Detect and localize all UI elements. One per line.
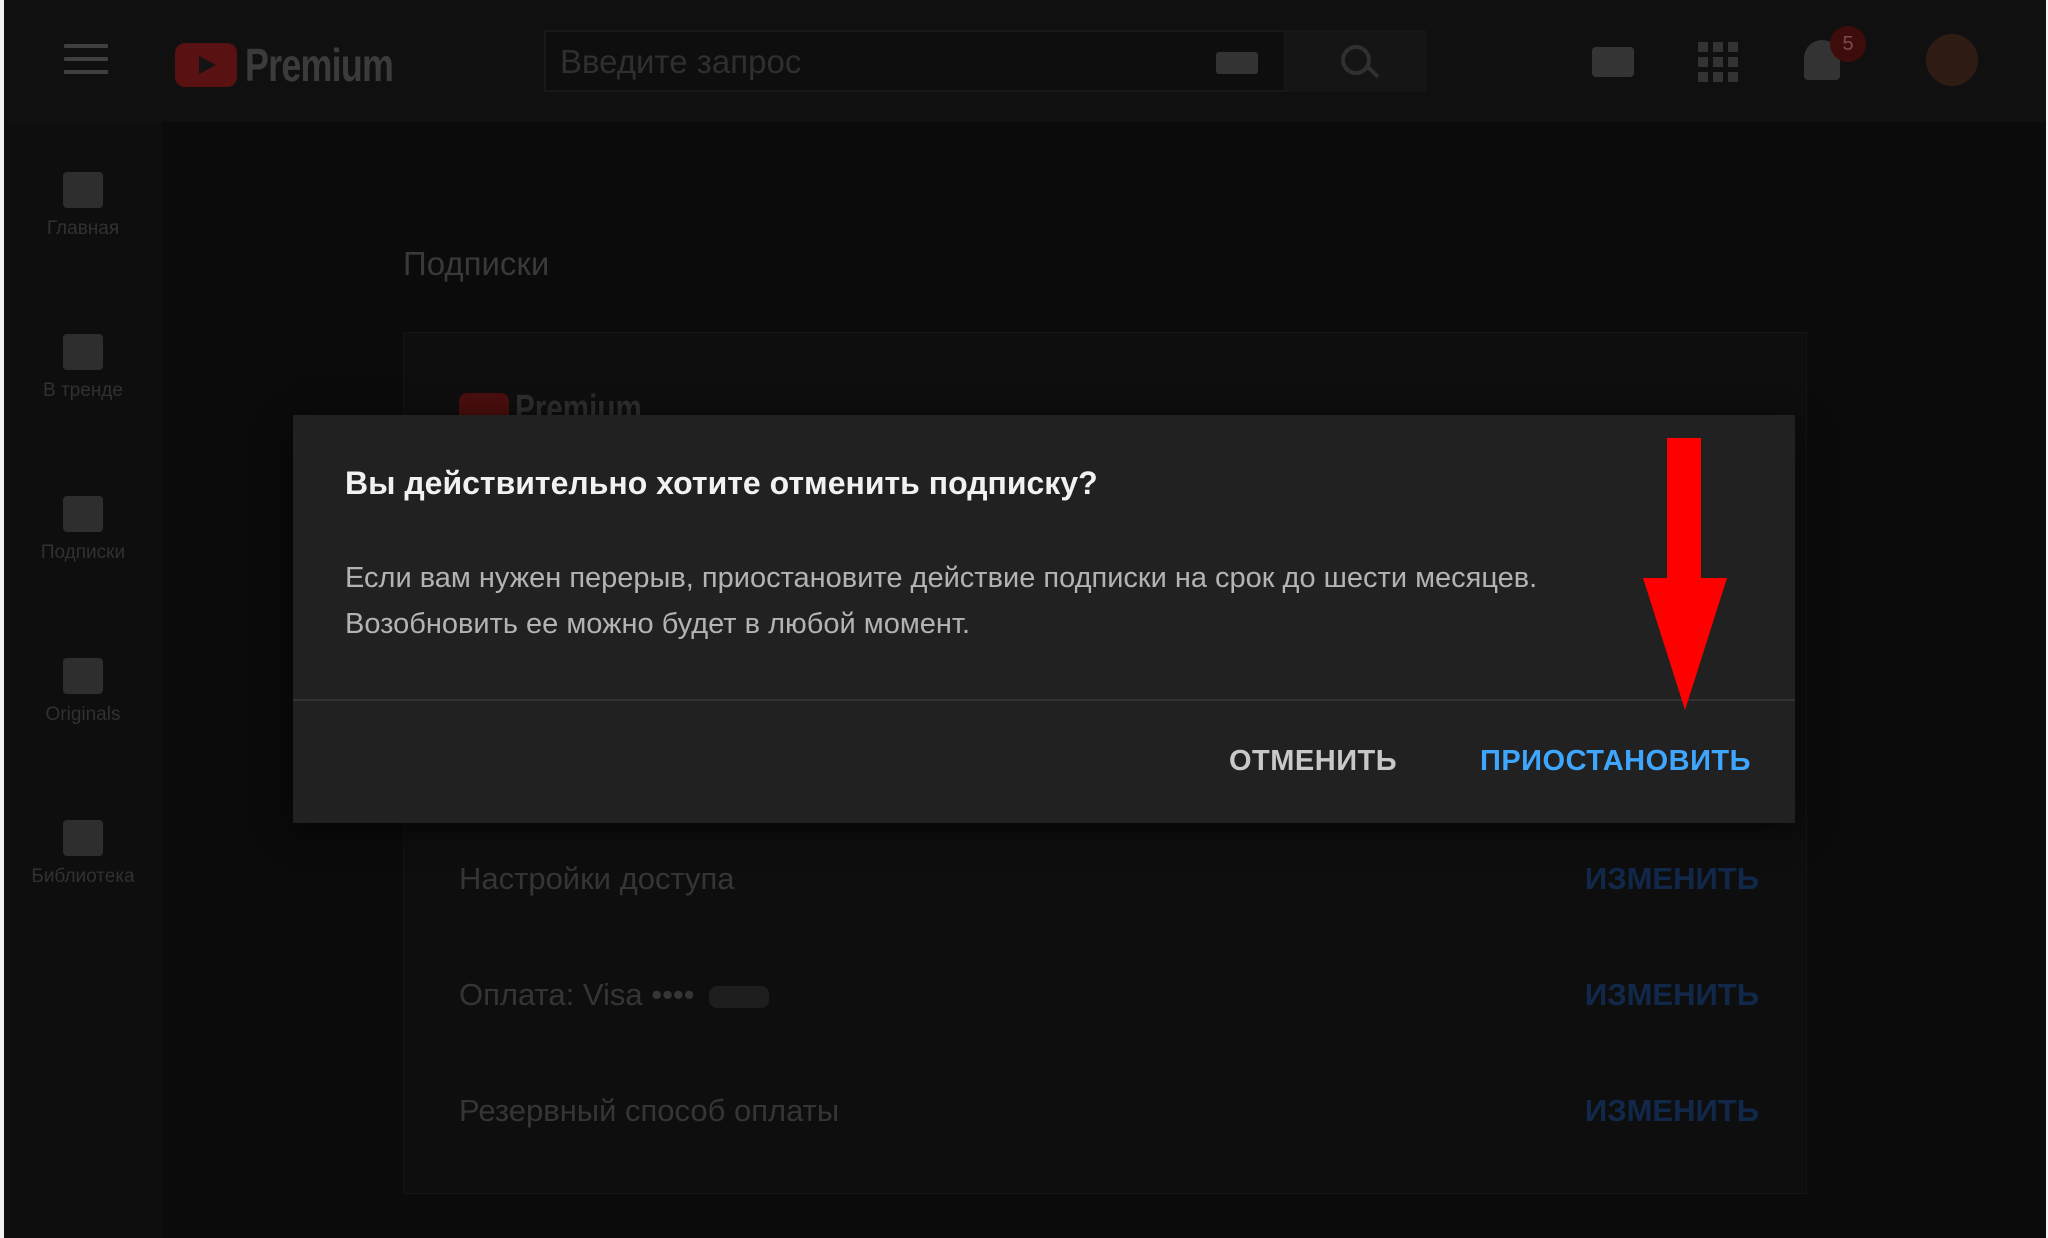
red-arrow-annotation [1643, 438, 1727, 710]
backup-payment-row: Резервный способ оплаты ИЗМЕНИТЬ [459, 1085, 1759, 1135]
sidebar-item-library[interactable]: Библиотека [4, 820, 162, 888]
access-settings-row: Настройки доступа ИЗМЕНИТЬ [459, 853, 1759, 903]
pause-subscription-button[interactable]: ПРИОСТАНОВИТЬ [1480, 745, 1751, 778]
sidebar-item-label: Библиотека [31, 866, 135, 887]
page-title: Подписки [403, 245, 550, 282]
subscriptions-icon [63, 496, 103, 532]
dialog-title: Вы действительно хотите отменить подписк… [345, 465, 1098, 501]
search-icon [1341, 45, 1371, 75]
sidebar-item-label: Главная [46, 218, 120, 239]
notification-count-badge: 5 [1830, 26, 1866, 62]
menu-icon[interactable] [64, 44, 108, 80]
search-box[interactable]: Введите запрос [544, 30, 1286, 92]
search-button[interactable] [1286, 30, 1426, 92]
masthead: Premium Введите запрос 5 [4, 0, 2046, 122]
edit-backup-payment-button[interactable]: ИЗМЕНИТЬ [1585, 1093, 1759, 1129]
apps-icon[interactable] [1698, 42, 1738, 82]
row-label: Настройки доступа [459, 861, 735, 896]
edit-payment-button[interactable]: ИЗМЕНИТЬ [1585, 977, 1759, 1013]
fire-icon [63, 334, 103, 370]
sidebar-item-home[interactable]: Главная [4, 172, 162, 240]
search-input[interactable]: Введите запрос [560, 43, 801, 81]
dialog-divider [293, 699, 1795, 701]
create-video-icon[interactable] [1592, 47, 1634, 77]
cancel-button[interactable]: ОТМЕНИТЬ [1229, 745, 1397, 778]
originals-icon [63, 658, 103, 694]
library-icon [63, 820, 103, 856]
sidebar-item-label: Подписки [40, 542, 126, 563]
edit-access-button[interactable]: ИЗМЕНИТЬ [1585, 861, 1759, 897]
avatar[interactable] [1926, 34, 1978, 86]
dialog-message-line: Если вам нужен перерыв, приостановите де… [345, 562, 1538, 594]
row-label: Оплата: Visa •••• [459, 977, 769, 1013]
sidebar-item-originals[interactable]: Originals [4, 658, 162, 726]
sidebar-item-trending[interactable]: В тренде [4, 334, 162, 402]
blurred-card-digits [708, 985, 769, 1008]
payment-row: Оплата: Visa •••• ИЗМЕНИТЬ [459, 969, 1759, 1019]
dialog-message-line: Возобновить ее можно будет в любой момен… [345, 608, 971, 640]
dialog-message: Если вам нужен перерыв, приостановите де… [345, 555, 1745, 647]
sidebar-guide: Главная В тренде Подписки Originals Библ… [4, 122, 162, 1238]
cancel-subscription-dialog: Вы действительно хотите отменить подписк… [293, 415, 1795, 823]
sidebar-item-label: Originals [45, 704, 121, 725]
logo-text: Premium [245, 39, 394, 91]
keyboard-icon[interactable] [1216, 52, 1258, 74]
youtube-premium-logo[interactable]: Premium [175, 38, 435, 92]
row-label: Резервный способ оплаты [459, 1093, 840, 1128]
sidebar-item-subscriptions[interactable]: Подписки [4, 496, 162, 564]
home-icon [63, 172, 103, 208]
sidebar-item-label: В тренде [43, 380, 123, 401]
youtube-logo-icon [175, 43, 237, 87]
